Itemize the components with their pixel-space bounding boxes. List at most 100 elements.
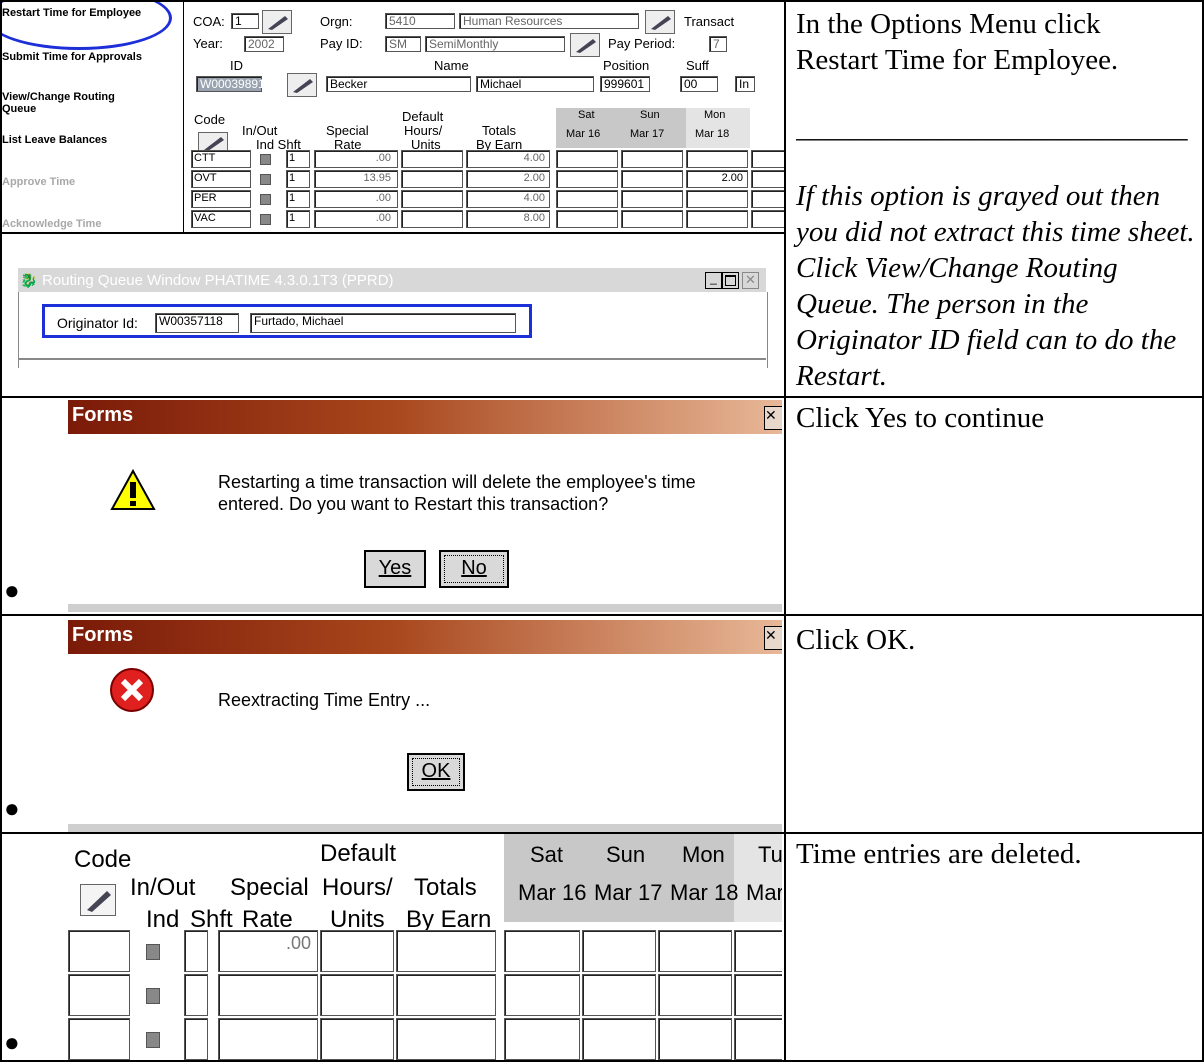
- mon-cell[interactable]: [686, 150, 748, 168]
- sat-cell[interactable]: [556, 150, 618, 168]
- payperiod-field[interactable]: 7: [709, 36, 727, 52]
- r4-mon-cell[interactable]: [658, 930, 732, 972]
- hours-cell[interactable]: [401, 210, 463, 228]
- r4-rate-cell[interactable]: [218, 974, 318, 1016]
- r4-sat-cell[interactable]: [504, 1018, 580, 1060]
- r4-tue-cell[interactable]: [734, 974, 782, 1016]
- mon-cell[interactable]: [686, 210, 748, 228]
- hours-cell[interactable]: [401, 150, 463, 168]
- code-cell[interactable]: OVT: [191, 170, 251, 188]
- tue-cell[interactable]: [751, 190, 784, 208]
- orgn-code-field[interactable]: 5410: [385, 13, 455, 29]
- rate-cell[interactable]: 13.95: [314, 170, 398, 188]
- hours-cell[interactable]: [401, 190, 463, 208]
- total-cell[interactable]: 8.00: [466, 210, 550, 228]
- r4-total-cell[interactable]: [396, 930, 496, 972]
- code-cell[interactable]: CTT: [191, 150, 251, 168]
- id-field[interactable]: W00039891: [196, 76, 265, 92]
- sun-cell[interactable]: [621, 210, 683, 228]
- total-cell[interactable]: 2.00: [466, 170, 550, 188]
- inout-checkbox[interactable]: [260, 194, 271, 205]
- sun-cell[interactable]: [621, 190, 683, 208]
- shift-cell[interactable]: 1: [286, 210, 310, 228]
- hours-cell[interactable]: [401, 170, 463, 188]
- position-field[interactable]: 999601: [600, 76, 650, 92]
- yes-button[interactable]: Yes: [364, 550, 426, 588]
- menu-submit-time[interactable]: Submit Time for Approvals: [2, 51, 152, 63]
- r4-code-cell[interactable]: [68, 1018, 130, 1060]
- sun-cell[interactable]: [621, 170, 683, 188]
- code-cell[interactable]: VAC: [191, 210, 251, 228]
- payid-name-field[interactable]: SemiMonthly: [425, 36, 565, 52]
- r4-total-cell[interactable]: [396, 974, 496, 1016]
- r4-shift-cell[interactable]: [184, 930, 208, 972]
- tue-cell[interactable]: [751, 170, 784, 188]
- sun-cell[interactable]: [621, 150, 683, 168]
- id-search-icon[interactable]: [287, 73, 317, 97]
- r4-sat-cell[interactable]: [504, 974, 580, 1016]
- r4-code-search-icon[interactable]: [80, 884, 116, 916]
- extra-field[interactable]: In: [735, 76, 755, 92]
- no-button[interactable]: No: [439, 550, 509, 588]
- ok-button[interactable]: OK: [407, 753, 465, 791]
- shift-cell[interactable]: 1: [286, 170, 310, 188]
- rate-cell[interactable]: .00: [314, 150, 398, 168]
- r4-tue-cell[interactable]: [734, 1018, 782, 1060]
- first-name-field[interactable]: Michael: [476, 76, 594, 92]
- payid-field[interactable]: SM: [385, 36, 421, 52]
- originator-name-field[interactable]: Furtado, Michael: [250, 313, 516, 333]
- maximize-button[interactable]: [722, 272, 739, 289]
- r4-shift-cell[interactable]: [184, 974, 208, 1016]
- total-cell[interactable]: 4.00: [466, 150, 550, 168]
- shift-cell[interactable]: 1: [286, 150, 310, 168]
- sat-cell[interactable]: [556, 170, 618, 188]
- coa-search-icon[interactable]: [262, 10, 292, 34]
- confirm-close-button[interactable]: ✕: [764, 406, 782, 430]
- r4-tue-cell[interactable]: [734, 930, 782, 972]
- r4-sun-cell[interactable]: [582, 930, 656, 972]
- orgn-name-field[interactable]: Human Resources: [459, 13, 639, 29]
- mon-cell[interactable]: 2.00: [686, 170, 748, 188]
- originator-id-field[interactable]: W00357118: [155, 313, 239, 333]
- r4-hours-cell[interactable]: [320, 1018, 394, 1060]
- orgn-search-icon[interactable]: [645, 10, 675, 34]
- r4-sun-cell[interactable]: [582, 1018, 656, 1060]
- tue-cell[interactable]: [751, 150, 784, 168]
- r4-shift-cell[interactable]: [184, 1018, 208, 1060]
- r4-total-cell[interactable]: [396, 1018, 496, 1060]
- inout-checkbox[interactable]: [260, 154, 271, 165]
- r4-inout-checkbox[interactable]: [146, 988, 160, 1004]
- total-cell[interactable]: 4.00: [466, 190, 550, 208]
- inout-checkbox[interactable]: [260, 174, 271, 185]
- last-name-field[interactable]: Becker: [326, 76, 471, 92]
- payid-search-icon[interactable]: [570, 33, 600, 57]
- r4-hours-cell[interactable]: [320, 974, 394, 1016]
- r4-mon-cell[interactable]: [658, 1018, 732, 1060]
- sat-cell[interactable]: [556, 210, 618, 228]
- r4-rate-cell[interactable]: [218, 1018, 318, 1060]
- r4-mon-cell[interactable]: [658, 974, 732, 1016]
- r4-sat-cell[interactable]: [504, 930, 580, 972]
- r4-code-cell[interactable]: [68, 974, 130, 1016]
- r4-code-cell[interactable]: [68, 930, 130, 972]
- r4-inout-checkbox[interactable]: [146, 1032, 160, 1048]
- r4-hours-cell[interactable]: [320, 930, 394, 972]
- sat-cell[interactable]: [556, 190, 618, 208]
- inout-checkbox[interactable]: [260, 214, 271, 225]
- r4-rate-cell[interactable]: .00: [218, 930, 318, 972]
- menu-restart-time[interactable]: Restart Time for Employee: [2, 7, 152, 19]
- suff-field[interactable]: 00: [680, 76, 718, 92]
- code-cell[interactable]: PER: [191, 190, 251, 208]
- close-button[interactable]: ✕: [742, 272, 759, 289]
- mon-cell[interactable]: [686, 190, 748, 208]
- rate-cell[interactable]: .00: [314, 210, 398, 228]
- menu-view-routing[interactable]: View/Change Routing Queue: [2, 91, 152, 115]
- minimize-button[interactable]: _: [705, 272, 722, 289]
- year-field[interactable]: 2002: [244, 36, 284, 52]
- coa-field[interactable]: 1: [231, 13, 259, 29]
- shift-cell[interactable]: 1: [286, 190, 310, 208]
- menu-leave-balances[interactable]: List Leave Balances: [2, 134, 182, 146]
- r4-inout-checkbox[interactable]: [146, 944, 160, 960]
- r4-sun-cell[interactable]: [582, 974, 656, 1016]
- tue-cell[interactable]: [751, 210, 784, 228]
